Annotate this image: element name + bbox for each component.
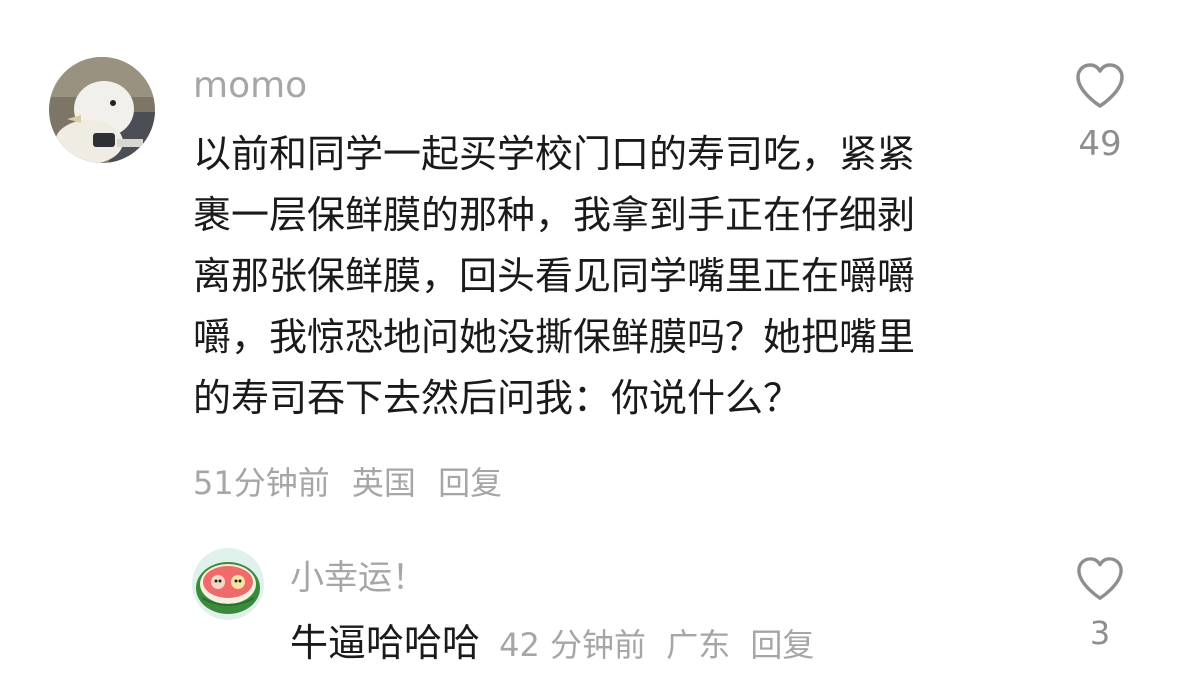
- comment-meta: 51分钟前 英国 回复: [193, 463, 514, 503]
- heart-outline-icon: [1076, 63, 1124, 108]
- reply-reply-button[interactable]: 回复: [750, 626, 814, 664]
- comment-text-line: 离那张保鲜膜，回头看见同学嘴里正在嚼嚼: [193, 254, 916, 298]
- username[interactable]: momo: [193, 64, 307, 108]
- comment-time: 51分钟前: [193, 464, 330, 502]
- comment-text-line: 以前和同学一起买学校门口的寿司吃，紧紧: [193, 132, 916, 176]
- reply-time: 42 分钟前: [499, 626, 647, 664]
- reply-like-button[interactable]: 3: [1065, 556, 1135, 652]
- like-count: 49: [1078, 124, 1122, 164]
- reply-button[interactable]: 回复: [438, 464, 502, 502]
- duck-plush-avatar-icon: [49, 57, 155, 163]
- reply-username[interactable]: 小幸运！: [290, 557, 426, 599]
- comment-text-line: 的寿司吞下去然后问我：你说什么？: [193, 376, 802, 420]
- comment-text-line: 嚼，我惊恐地问她没撕保鲜膜吗？她把嘴里: [193, 315, 916, 359]
- comment-text-line: 裹一层保鲜膜的那种，我拿到手正在仔细剥: [193, 193, 916, 237]
- comment-thread: momo 以前和同学一起买学校门口的寿司吃，紧紧 裹一层保鲜膜的那种，我拿到手正…: [0, 0, 1179, 690]
- reply-row: 牛逼哈哈哈 42 分钟前 广东 回复: [290, 620, 824, 674]
- watermelon-avatar-icon: [192, 548, 264, 620]
- reply-location: 广东: [666, 626, 731, 664]
- like-button[interactable]: 49: [1060, 62, 1140, 164]
- user-avatar[interactable]: [49, 57, 155, 163]
- comment-text: 以前和同学一起买学校门口的寿司吃，紧紧 裹一层保鲜膜的那种，我拿到手正在仔细剥 …: [193, 124, 993, 429]
- reply-user-avatar[interactable]: [192, 548, 264, 620]
- reply-like-count: 3: [1089, 614, 1111, 652]
- reply-meta: 42 分钟前 广东 回复: [499, 626, 824, 664]
- comment-location: 英国: [351, 464, 416, 502]
- reply-text: 牛逼哈哈哈: [290, 621, 481, 665]
- heart-outline-icon: [1077, 557, 1123, 600]
